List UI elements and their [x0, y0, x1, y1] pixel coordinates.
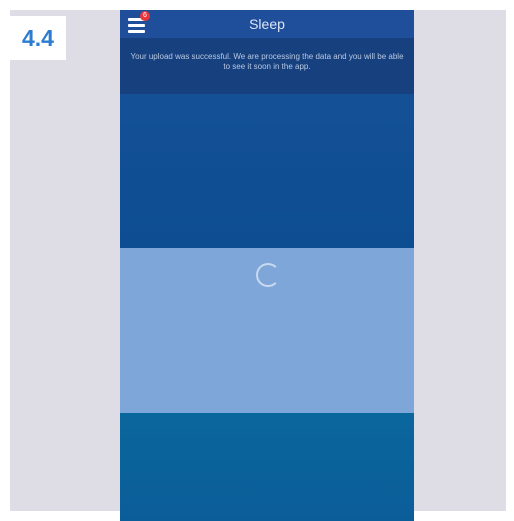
content-band-top [120, 94, 414, 248]
step-number-label: 4.4 [10, 16, 66, 60]
loading-panel [120, 248, 414, 413]
menu-button[interactable]: 6 [128, 11, 150, 35]
content-band-bottom [120, 413, 414, 521]
loading-spinner-icon [256, 263, 280, 287]
app-header: 6 Sleep [120, 10, 414, 38]
screen-title: Sleep [249, 16, 285, 32]
upload-success-notice: Your upload was successful. We are proce… [120, 38, 414, 94]
phone-screen: 6 Sleep Your upload was successful. We a… [120, 10, 414, 521]
notification-badge: 6 [140, 11, 150, 21]
